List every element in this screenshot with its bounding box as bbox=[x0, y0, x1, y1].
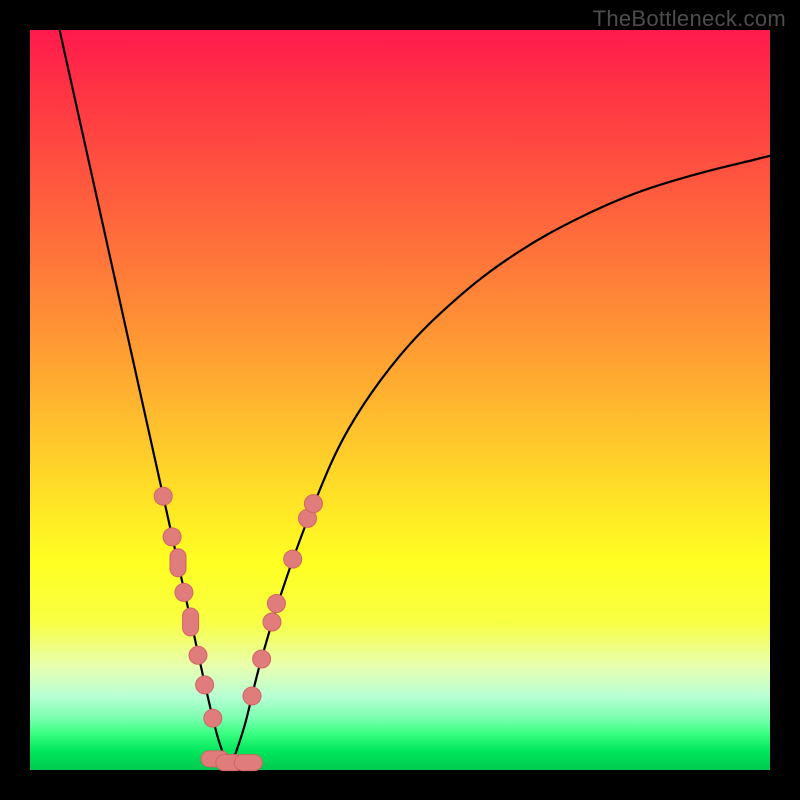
watermark-text: TheBottleneck.com bbox=[593, 6, 786, 32]
curve-right-branch bbox=[230, 156, 770, 770]
marker-dot bbox=[196, 676, 214, 694]
marker-dot bbox=[243, 687, 261, 705]
marker-dot bbox=[284, 550, 302, 568]
curve-layer bbox=[60, 30, 770, 770]
marker-dot bbox=[154, 487, 172, 505]
marker-layer bbox=[154, 487, 322, 770]
marker-dot bbox=[204, 709, 222, 727]
marker-pill bbox=[234, 755, 262, 771]
chart-svg bbox=[30, 30, 770, 770]
marker-pill bbox=[170, 549, 186, 577]
marker-dot bbox=[267, 595, 285, 613]
plot-area bbox=[30, 30, 770, 770]
marker-dot bbox=[263, 613, 281, 631]
marker-dot bbox=[304, 495, 322, 513]
chart-frame: TheBottleneck.com bbox=[0, 0, 800, 800]
marker-dot bbox=[163, 528, 181, 546]
marker-dot bbox=[189, 646, 207, 664]
marker-pill bbox=[183, 608, 199, 636]
marker-dot bbox=[175, 583, 193, 601]
marker-dot bbox=[253, 650, 271, 668]
